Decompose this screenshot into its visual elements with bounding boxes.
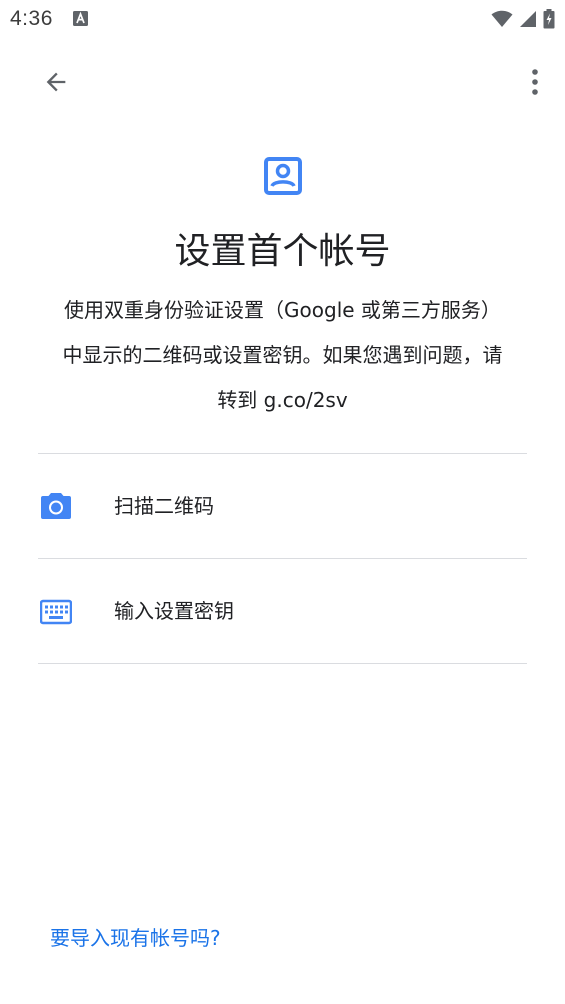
description-line: 使用双重身份验证设置（Google 或第三方服务） xyxy=(64,298,501,322)
status-icons xyxy=(491,9,555,29)
back-button[interactable] xyxy=(32,60,80,104)
cell-signal-icon xyxy=(520,11,536,27)
enter-setup-key-label: 输入设置密钥 xyxy=(114,599,234,623)
import-existing-account-link[interactable]: 要导入现有帐号吗? xyxy=(50,922,221,954)
battery-charging-icon xyxy=(543,9,555,29)
more-vert-icon xyxy=(532,69,538,95)
enter-setup-key-option[interactable]: 输入设置密钥 xyxy=(0,559,565,663)
description-line: 中显示的二维码或设置密钥。如果您遇到问题，请 xyxy=(62,343,503,367)
camera-icon xyxy=(41,493,71,519)
app-bar xyxy=(0,40,565,122)
scan-qr-label: 扫描二维码 xyxy=(114,494,214,518)
page-title: 设置首个帐号 xyxy=(174,231,391,272)
screen: 4:36 设置首个帐号 使用双重身份验证设置（Google 或第三方服务） 中显… xyxy=(0,0,565,1004)
status-time: 4:36 xyxy=(10,7,53,30)
scan-qr-option[interactable]: 扫描二维码 xyxy=(0,454,565,558)
description: 使用双重身份验证设置（Google 或第三方服务） 中显示的二维码或设置密钥。如… xyxy=(36,288,529,423)
text-recognition-icon xyxy=(73,11,88,26)
keyboard-icon xyxy=(40,599,72,625)
description-line: 转到 g.co/2sv xyxy=(217,388,348,412)
arrow-back-icon xyxy=(46,72,66,92)
status-bar: 4:36 xyxy=(0,0,565,40)
account-box-icon xyxy=(264,157,302,195)
wifi-icon xyxy=(491,10,513,27)
divider xyxy=(38,663,527,664)
more-options-button[interactable] xyxy=(519,60,551,104)
